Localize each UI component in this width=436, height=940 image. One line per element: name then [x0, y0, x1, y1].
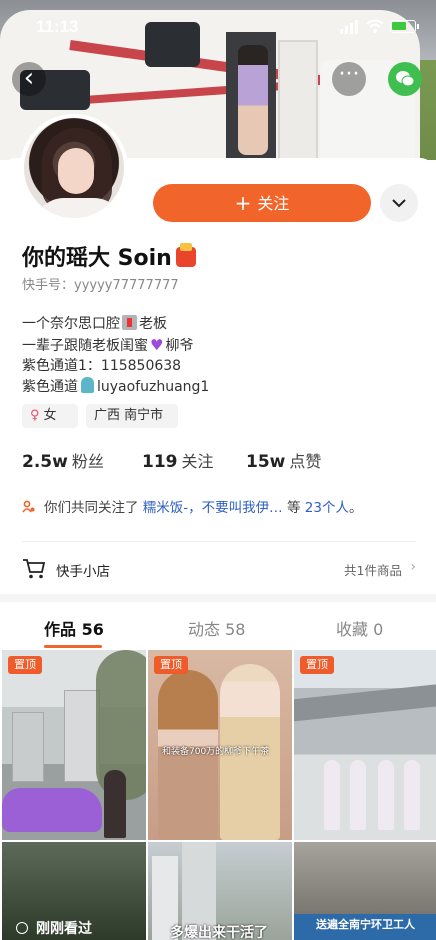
bio-line-1b: 老板 [139, 316, 167, 332]
recently-viewed-label: 刚刚看过 [36, 921, 92, 937]
fans-label: 粉丝 [71, 452, 104, 471]
tab-moments[interactable]: 动态 58 [188, 616, 245, 640]
wechat-share-button[interactable] [388, 62, 422, 96]
mutual-suffix-post: 。 [348, 500, 363, 516]
location-tag: 广西 南宁市 [86, 404, 178, 428]
cart-icon [23, 559, 46, 579]
bio-line-3: 紫色通道1：115850638 [22, 358, 182, 374]
tab-works[interactable]: 作品 56 [44, 616, 104, 640]
following-count: 119 [142, 452, 178, 472]
follow-label: 关注 [257, 194, 290, 213]
video-thumb-1[interactable]: 置顶 [2, 650, 146, 840]
shop-label: 快手小店 [56, 564, 110, 580]
bio-line-4: 紫色通道 [22, 378, 78, 395]
stat-following[interactable]: 119 关注 [142, 448, 214, 472]
shop-count: 共1件商品 [344, 563, 402, 578]
hospital-emoji-icon [122, 315, 137, 330]
profile-name-wrap: 你的瑶大 Soin [22, 240, 196, 272]
divider [22, 541, 416, 542]
bio-line-1: 一个奈尔思口腔 [22, 316, 120, 332]
video-overlay-text: 送遍全南宁环卫工人 [316, 918, 415, 931]
back-button[interactable]: ‹ [12, 62, 46, 96]
chevron-right-icon: › [410, 559, 416, 575]
video-overlay-text: 多爆出来干活了 [170, 925, 268, 940]
plus-icon: + [234, 191, 252, 215]
video-thumb-4[interactable]: 刚刚看过 [2, 842, 146, 940]
status-time: 11:13 [36, 17, 79, 36]
mutual-follow-row[interactable]: 你们共同关注了 糯米饭-，不要叫我伊… 等 23个人。 [22, 496, 362, 516]
wechat-icon [396, 71, 415, 87]
section-gap [0, 594, 436, 602]
mutual-count-link[interactable]: 23个人 [305, 500, 349, 516]
status-bar: 11:13 [0, 0, 436, 52]
more-button[interactable]: ··· [332, 62, 366, 96]
purple-heart-icon: ♥ [150, 335, 164, 354]
more-options-button[interactable] [380, 184, 418, 222]
video-grid: 置顶 和装备700万的柳爷下午茶 置顶 置顶 刚刚看过 多爆出来干活了 送遍全南… [0, 650, 436, 940]
tab-underline [44, 645, 102, 648]
shop-row[interactable]: 快手小店 共1件商品 › [22, 556, 416, 582]
fans-count: 2.5w [22, 452, 68, 472]
bio-line-2b: 柳爷 [165, 337, 194, 354]
profile-name: 你的瑶大 Soin [22, 246, 172, 271]
avatar[interactable] [20, 114, 128, 222]
more-icon: ··· [338, 62, 360, 87]
play-icon [16, 922, 28, 934]
battery-icon [390, 20, 419, 33]
mutual-names-link[interactable]: 糯米饭-，不要叫我伊… [143, 500, 283, 516]
bio-line-4b: luyaofuzhuang1 [97, 378, 210, 395]
video-thumb-3[interactable]: 置顶 [294, 650, 436, 840]
signal-icon [340, 20, 360, 34]
following-label: 关注 [181, 452, 214, 471]
stat-fans[interactable]: 2.5w 粉丝 [22, 448, 104, 472]
mutual-prefix: 你们共同关注了 [44, 500, 139, 516]
gender-tag: ♀ 女 [22, 404, 78, 428]
bio: 一个奈尔思口腔 老板 一辈子跟随老板闺蜜 ♥ 柳爷 紫色通道1：115850638 紫… [22, 314, 209, 397]
likes-count: 15w [246, 452, 286, 472]
chevron-down-icon [392, 199, 406, 208]
pinned-badge: 置顶 [8, 656, 42, 674]
dress-emoji-icon [81, 376, 94, 393]
likes-label: 点赞 [289, 452, 322, 471]
bio-line-2: 一辈子跟随老板闺蜜 [22, 337, 148, 354]
video-thumb-6[interactable]: 送遍全南宁环卫工人 [294, 842, 436, 940]
mutual-suffix-pre: 等 [286, 500, 301, 516]
female-icon: ♀ [30, 408, 40, 423]
tab-favorites[interactable]: 收藏 0 [336, 616, 383, 640]
stat-likes[interactable]: 15w 点赞 [246, 448, 321, 472]
fries-emoji-icon [175, 243, 196, 267]
pinned-badge: 置顶 [154, 656, 188, 674]
kuaishou-id[interactable]: 快手号：yyyyy77777777 [22, 274, 179, 293]
video-caption: 和装备700万的柳爷下午茶 [162, 747, 270, 757]
wifi-icon [366, 19, 384, 33]
video-thumb-2[interactable]: 和装备700万的柳爷下午茶 置顶 [148, 650, 292, 840]
video-thumb-5[interactable]: 多爆出来干活了 [148, 842, 292, 940]
people-icon [22, 500, 35, 513]
follow-button[interactable]: + 关注 [153, 184, 371, 222]
content-tabs: 作品 56 动态 58 收藏 0 [0, 602, 436, 648]
back-icon: ‹ [23, 63, 35, 93]
pinned-badge: 置顶 [300, 656, 334, 674]
gender-label: 女 [43, 408, 57, 423]
